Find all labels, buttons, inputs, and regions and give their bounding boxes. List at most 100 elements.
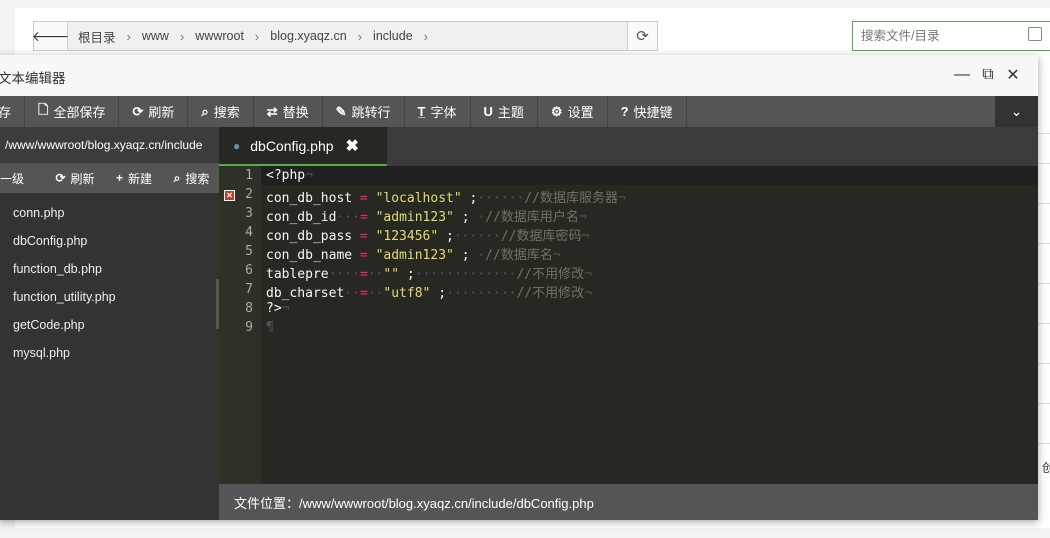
file-list-item[interactable]: mysql.php [0, 339, 219, 367]
refresh-path-button[interactable]: ⟳ [627, 22, 657, 50]
screen: 🡐 根目录 › www › wwwroot › blog.xyaqz.cn › include ›… [0, 0, 1050, 538]
theme-button[interactable]: U 主题 [471, 96, 538, 127]
tab-dbconfig[interactable]: ● dbConfig.php ✖ [219, 127, 387, 166]
code-token: ¬ [305, 168, 313, 183]
code-token: "" [383, 267, 400, 282]
font-button[interactable]: T̲ 字体 [405, 96, 471, 127]
line-number: 8 [245, 301, 253, 316]
file-list-item[interactable]: function_db.php [0, 255, 219, 283]
code-token: con_db_name [266, 248, 353, 263]
question-icon: ? [620, 104, 629, 119]
code-line[interactable]: con_db_host = "localhost" ;······//数据库服务… [266, 187, 626, 206]
breadcrumb-item[interactable]: 根目录 › [78, 27, 142, 46]
new-file-button[interactable]: + 新建 [104, 163, 164, 193]
line-number: 9 [245, 320, 253, 335]
line-number: 4 [245, 225, 253, 240]
code-token: ¬ [584, 267, 592, 282]
plus-icon: + [115, 171, 123, 185]
refresh-button[interactable]: ⟳ 刷新 [119, 96, 189, 127]
chevron-right-icon: › [126, 28, 131, 44]
code-token: //不用修改 [516, 267, 585, 282]
code-line[interactable]: <?php¬ [266, 168, 313, 183]
search-files-input[interactable] [852, 21, 1050, 51]
replace-icon: ⇄ [266, 103, 278, 119]
sidebar-refresh-button[interactable]: ⟳ 刷新 [46, 163, 104, 193]
code-token: ··· [336, 210, 360, 225]
save-button[interactable]: 存 [0, 96, 26, 127]
code-token: //数据库服务器 [524, 191, 618, 206]
code-line[interactable]: ?>¬ [266, 301, 289, 316]
close-icon[interactable]: ✕ [1004, 66, 1022, 84]
row-divider [1036, 283, 1050, 284]
minimize-icon[interactable]: — [953, 66, 971, 84]
replace-button[interactable]: ⇄ 替换 [254, 96, 323, 127]
code-token: //数据库用户名 [485, 210, 579, 225]
code-line[interactable]: tablepre····=··"" ;·············//不用修改¬ [266, 263, 592, 282]
active-line-highlight [261, 166, 1038, 185]
error-icon[interactable]: ✕ [224, 190, 235, 201]
code-token: ········· [446, 286, 517, 301]
up-level-button[interactable]: 一级 [0, 163, 46, 193]
chevron-right-icon: › [179, 28, 185, 44]
breadcrumb-item[interactable]: www › [142, 29, 195, 44]
code-token: ; [406, 267, 415, 282]
breadcrumb-item[interactable]: include › [373, 29, 439, 44]
refresh-icon: ⟳ [636, 28, 649, 45]
line-number: 6 [245, 263, 253, 278]
code-token: ¶ [266, 320, 274, 335]
row-divider [1036, 403, 1050, 404]
code-token: ·· [344, 286, 360, 301]
breadcrumb-item[interactable]: wwwroot › [195, 29, 270, 44]
row-divider [1036, 243, 1050, 244]
code-line[interactable]: con_db_pass = "123456" ;······//数据库密码¬ [266, 225, 589, 244]
shortcuts-button[interactable]: ? 快捷键 [608, 96, 687, 127]
goto-line-button[interactable]: ✎ 跳转行 [323, 96, 405, 127]
code-token: ···· [328, 267, 360, 282]
sidebar-search-button[interactable]: ⌕ 搜索 [164, 163, 219, 193]
file-list-item[interactable]: conn.php [0, 199, 219, 227]
code-line[interactable]: ¶ [266, 320, 274, 335]
sidebar-path: /www/wwwroot/blog.xyaqz.cn/include [0, 127, 219, 163]
title-bar[interactable]: 文本编辑器 — ⧉ ✕ [0, 55, 1038, 96]
file-list-item[interactable]: function_utility.php [0, 283, 219, 311]
php-icon: ● [233, 138, 241, 153]
code-token: ; [461, 248, 470, 263]
search-button[interactable]: ⌕ 搜索 [188, 96, 254, 127]
code-token: ; [461, 210, 470, 225]
code-token: ; [438, 286, 447, 301]
code-token: "localhost" [375, 191, 462, 206]
editor-toolbar: 存 🗋 全部保存 ⟳ 刷新 ⌕ 搜索 ⇄ 替换 ✎ 跳转行 T̲ 字体 U 主题 ⚙ 设置 ? 快… [0, 96, 1038, 127]
code-editor[interactable]: 123456789 ✕ <?php¬ con_db_host = "localho… [219, 166, 1038, 484]
code-token: ·· [367, 267, 384, 282]
path-bar: 🡐 根目录 › www › wwwroot › blog.xyaqz.cn › include ›… [32, 21, 658, 51]
tab-close-icon[interactable]: ✖ [346, 136, 359, 156]
chevron-right-icon: › [254, 28, 260, 44]
settings-button[interactable]: ⚙ 设置 [538, 96, 608, 127]
code-token: ¬ [281, 301, 290, 316]
breadcrumb-item[interactable]: blog.xyaqz.cn › [270, 29, 373, 44]
search-subdir-checkbox[interactable] [1028, 27, 1042, 41]
code-line[interactable]: db_charset··=··"utf8" ;·········//不用修改¬ [266, 282, 592, 301]
code-line[interactable]: con_db_name = "admin123" ; ·//数据库名¬ [266, 244, 561, 263]
chevron-down-icon[interactable]: ⌄ [995, 96, 1038, 127]
tab-strip: ● dbConfig.php ✖ [219, 127, 1038, 166]
save-all-button[interactable]: 🗋 全部保存 [25, 96, 120, 127]
back-button[interactable]: 🡐 [32, 22, 69, 50]
maximize-icon[interactable]: ⧉ [979, 66, 997, 84]
background-create-label[interactable]: 创 [1042, 459, 1050, 476]
file-list-item[interactable]: dbConfig.php [0, 227, 219, 255]
file-list: conn.php dbConfig.php function_db.php funct… [0, 193, 219, 367]
code-token: = [359, 286, 368, 301]
file-list-item[interactable]: getCode.php [0, 311, 219, 339]
magnet-icon: U [483, 104, 493, 119]
code-token: ?> [266, 301, 282, 316]
code-token: "utf8" [383, 286, 431, 301]
code-line[interactable]: con_db_id···= "admin123" ; ·//数据库用户名¬ [266, 206, 587, 225]
